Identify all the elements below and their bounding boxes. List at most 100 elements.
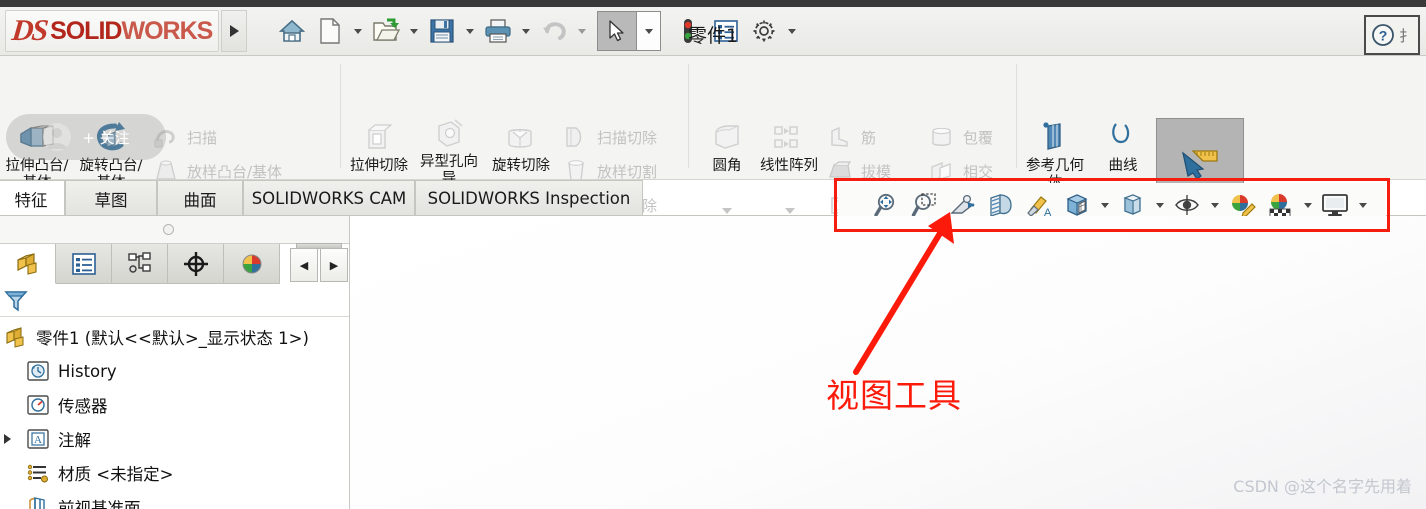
nav-next-icon: ▶ (329, 259, 339, 272)
follow-watermark-label: + 关注 (82, 128, 130, 147)
nav-next-button[interactable]: ▶ (320, 248, 348, 282)
ribbon-rib[interactable]: 筋 (826, 124, 876, 150)
tree-item-sensors[interactable]: 传感器 (0, 388, 350, 422)
ribbon-wrap[interactable]: 包覆 (928, 124, 993, 150)
panel-collapse-handle-icon[interactable] (163, 224, 174, 235)
feature-manager-nav: ◀ ▶ (290, 248, 348, 282)
display-style-cube-icon (1066, 194, 1088, 216)
tab-solidworks-cam[interactable]: SOLIDWORKS CAM (243, 180, 415, 216)
help-label-clipped: 扌 (1398, 27, 1414, 45)
help-question-icon: ? (1372, 24, 1394, 46)
property-list-icon (71, 252, 96, 275)
ribbon-extruded-cut-label: 拉伸切除 (350, 158, 408, 174)
tree-item-annotations[interactable]: A 注解 (0, 422, 350, 456)
chevron-right-icon (3, 434, 11, 444)
wrap-icon (928, 124, 956, 150)
feature-tree-tab[interactable] (0, 244, 56, 284)
ribbon-separator (688, 64, 689, 168)
tree-item-sensors-label: 传感器 (58, 397, 108, 416)
ribbon-sweep-label: 扫描 (187, 128, 218, 147)
material-icon (27, 464, 48, 483)
property-manager-tab[interactable] (56, 244, 112, 284)
filter-funnel-icon (4, 290, 28, 311)
ribbon-extruded-cut[interactable]: 拉伸切除 (346, 118, 412, 175)
annotation-arrow (853, 212, 954, 375)
ribbon-fillet-label: 圆角 (712, 158, 742, 174)
tab-solidworks-inspection[interactable]: SOLIDWORKS Inspection (415, 180, 643, 216)
ribbon-curves-label: 曲线 (1108, 158, 1138, 174)
tab-sketch[interactable]: 草图 (65, 180, 157, 216)
ribbon-separator (340, 64, 341, 168)
chevron-down-icon (1358, 202, 1367, 208)
dimxpert-target-icon (183, 251, 208, 276)
ribbon-swept-cut-label: 扫描切除 (597, 128, 658, 147)
display-sphere-icon (242, 254, 261, 273)
display-manager-tab[interactable] (224, 244, 280, 284)
tree-item-part-label: 零件1 (默认<<默认>_显示状态 1>) (36, 329, 309, 348)
ribbon-hole-wizard[interactable]: 异型孔向导 (416, 114, 482, 188)
appearance-pencil-icon (1232, 195, 1256, 218)
tab-solidworks-cam-label: SOLIDWORKS CAM (251, 189, 407, 208)
reference-geometry-icon (1022, 118, 1088, 158)
ribbon-fillet[interactable]: 圆角 (694, 118, 760, 175)
ribbon-swept-cut[interactable]: 扫描切除 (562, 124, 657, 150)
window-top-strip (0, 0, 1426, 7)
swept-cut-icon (562, 124, 590, 150)
chevron-down-icon (1100, 202, 1109, 208)
ribbon-features: 拉伸凸台/基体 旋转凸台/基体 扫描 放样凸台/基体 (0, 56, 1426, 234)
tree-item-front-plane[interactable]: 前视基准面 (0, 490, 350, 509)
tree-item-front-plane-label: 前视基准面 (58, 499, 141, 509)
help-button[interactable]: ? 扌 (1363, 15, 1420, 55)
scene-sphere-icon (1269, 194, 1291, 218)
extruded-cut-icon (346, 118, 412, 158)
annotation-label: 视图工具 (826, 376, 962, 415)
tree-item-history[interactable]: History (0, 354, 350, 388)
tree-item-part[interactable]: 零件1 (默认<<默认>_显示状态 1>) (0, 320, 350, 354)
revolved-cut-icon (488, 118, 554, 158)
part-icon (6, 327, 24, 348)
ribbon-linear-pattern-label: 线性阵列 (760, 158, 818, 174)
nav-prev-icon: ◀ (299, 259, 309, 272)
ribbon-curves[interactable]: 曲线 (1090, 118, 1156, 175)
ribbon-lofted-boss-label: 放样凸台/基体 (187, 162, 283, 181)
feature-tree-icon (16, 252, 37, 275)
tab-features-label: 特征 (14, 190, 48, 210)
view-orientation-icon: A (1027, 196, 1052, 219)
ribbon-revolved-cut[interactable]: 旋转切除 (488, 118, 554, 175)
feature-tree: 零件1 (默认<<默认>_显示状态 1>) History 传感器 A 注解 材… (0, 320, 350, 509)
plane-icon (29, 497, 45, 509)
configuration-manager-tab[interactable] (112, 244, 168, 284)
history-folder-icon (27, 361, 49, 381)
chevron-down-icon (1155, 202, 1164, 208)
dimxpert-manager-tab[interactable] (168, 244, 224, 284)
follow-watermark: + 关注 (6, 114, 166, 160)
feature-tree-filter-row[interactable] (0, 285, 350, 317)
chevron-down-icon (1303, 202, 1312, 208)
tree-expander-annotations[interactable] (0, 422, 14, 456)
fillet-icon (694, 118, 760, 158)
avatar-icon (43, 123, 72, 151)
csdn-watermark: CSDN @这个名字先用着 (1233, 477, 1412, 496)
tab-surfaces[interactable]: 曲面 (157, 180, 243, 216)
rib-icon (826, 124, 854, 150)
ribbon-separator (1016, 64, 1017, 168)
ribbon-lofted-cut-label: 放样切割 (597, 162, 658, 181)
ribbon-wrap-label: 包覆 (963, 128, 994, 147)
hole-wizard-icon (416, 114, 482, 154)
tree-item-history-label: History (58, 361, 117, 381)
sensors-folder-icon (27, 395, 49, 415)
svg-text:?: ? (1379, 28, 1388, 44)
tree-item-annotations-label: 注解 (58, 431, 91, 450)
shaded-cube-icon (1123, 194, 1142, 215)
ribbon-linear-pattern[interactable]: 线性阵列 (756, 118, 822, 175)
ribbon-intersect-label: 相交 (963, 162, 994, 181)
tree-item-material[interactable]: 材质 <未指定> (0, 456, 350, 490)
ribbon-revolved-cut-label: 旋转切除 (492, 158, 550, 174)
ribbon-rib-label: 筋 (861, 128, 877, 147)
nav-prev-button[interactable]: ◀ (290, 248, 318, 282)
monitor-icon (1322, 194, 1348, 216)
tab-features[interactable]: 特征 (0, 180, 65, 216)
curves-icon (1090, 118, 1156, 158)
annotations-folder-icon: A (27, 429, 49, 449)
feature-manager-splitter-bar[interactable] (0, 216, 350, 244)
